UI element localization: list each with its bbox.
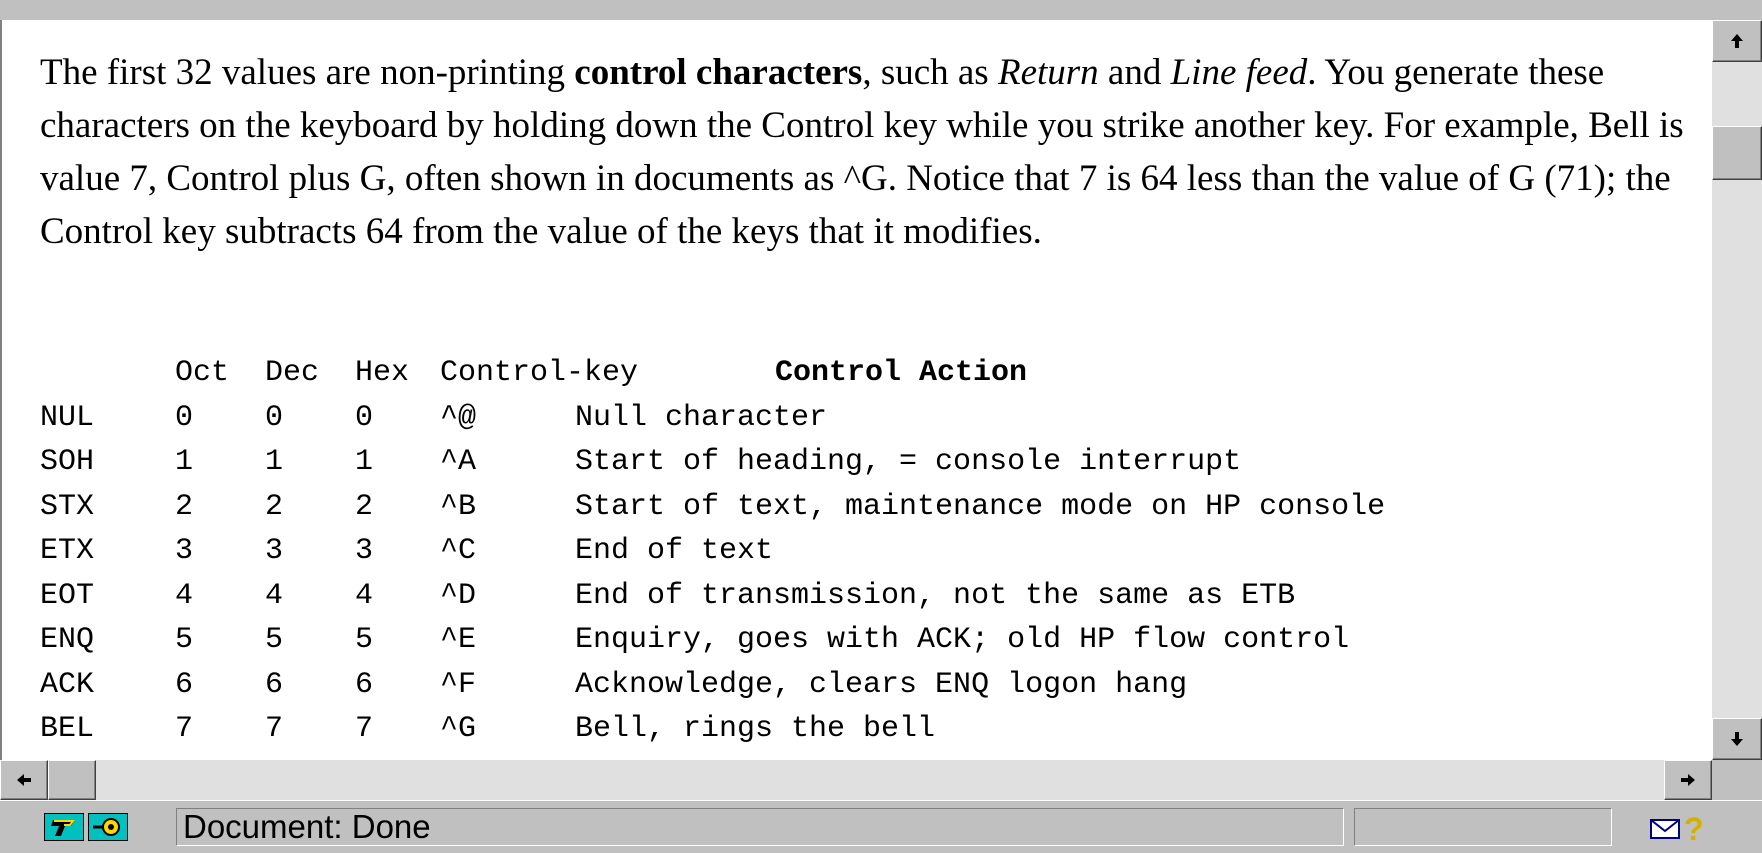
oct-value: 2 (175, 489, 194, 524)
char-name: ETX (40, 534, 95, 568)
dec-value: 6 (265, 667, 284, 702)
dec-value: 5 (265, 623, 284, 657)
document-content-area: The first 32 values are non-printing con… (0, 20, 1712, 760)
char-name: ACK (40, 667, 95, 702)
paragraph-italic-term: Line feed (1170, 52, 1308, 93)
control-action: End of text (575, 534, 774, 568)
paragraph-text: The first 32 values are non-printing (40, 52, 575, 93)
hex-value: 7 (355, 712, 374, 746)
paragraph-text: , such as (862, 52, 998, 93)
table-row: BEL 7 7 7 ^G Bell, rings the bell (40, 712, 935, 757)
oct-value: 1 (175, 445, 194, 479)
oct-value: 4 (175, 578, 194, 613)
header-control-key: Control-key (440, 356, 639, 390)
control-key: ^A (440, 445, 477, 479)
dec-value: 2 (265, 489, 284, 524)
horizontal-scroll-thumb[interactable] (48, 760, 96, 800)
header-oct: Oct (175, 356, 230, 390)
hex-value: 1 (355, 445, 374, 479)
intro-paragraph: The first 32 values are non-printing con… (40, 46, 1700, 258)
hex-value: 6 (355, 667, 374, 702)
dec-value: 0 (265, 400, 284, 435)
control-action: Bell, rings the bell (575, 712, 936, 746)
char-name: ENQ (40, 623, 95, 657)
oct-value: 0 (175, 400, 194, 435)
hex-value: 2 (355, 489, 374, 524)
char-name: EOT (40, 578, 95, 613)
header-hex: Hex (355, 356, 410, 390)
vertical-scrollbar[interactable] (1712, 20, 1762, 760)
oct-value: 7 (175, 712, 194, 746)
paragraph-bold-term: control characters (574, 52, 863, 93)
scroll-left-button[interactable] (0, 760, 48, 800)
status-tray: ? (1650, 811, 1710, 847)
control-action: Start of heading, = console interrupt (575, 445, 1242, 479)
control-action: End of transmission, not the same as ETB (575, 578, 1296, 613)
help-icon[interactable]: ? (1684, 813, 1704, 845)
oct-value: 5 (175, 623, 194, 657)
control-key: ^@ (440, 400, 477, 435)
control-key: ^C (440, 534, 477, 568)
control-action: Start of text, maintenance mode on HP co… (575, 489, 1386, 524)
table-header-row: Oct Dec Hex Control-key Control Action (40, 356, 1027, 401)
scroll-down-button[interactable] (1712, 718, 1762, 760)
horizontal-scrollbar[interactable] (0, 760, 1712, 800)
control-action: Acknowledge, clears ENQ logon hang (575, 667, 1188, 702)
down-arrow-icon (1731, 732, 1743, 746)
table-row: NUL 0 0 0 ^@ Null character (40, 400, 827, 446)
table-row: EOT 4 4 4 ^D End of transmission, not the sam… (40, 578, 1295, 624)
status-bar: Document: Done ? (0, 800, 1762, 853)
paragraph-italic-term: Return (997, 52, 1099, 93)
dec-value: 4 (265, 578, 284, 613)
header-dec: Dec (265, 356, 320, 390)
scroll-right-button[interactable] (1664, 760, 1712, 800)
status-text: Document: Done (176, 808, 1344, 846)
table-row: ETX 3 3 3 ^C End of text (40, 534, 773, 579)
header-control-action: Control Action (775, 356, 1028, 390)
right-arrow-icon (1681, 774, 1695, 786)
control-action: Null character (575, 400, 828, 435)
char-name: SOH (40, 445, 95, 479)
control-action: Enquiry, goes with ACK; old HP flow cont… (575, 623, 1350, 657)
left-arrow-icon (17, 774, 31, 786)
status-progress-panel (1354, 808, 1612, 846)
dec-value: 1 (265, 445, 284, 479)
connection-icon[interactable] (88, 813, 128, 841)
oct-value: 6 (175, 667, 194, 702)
control-key: ^B (440, 489, 477, 524)
char-name: STX (40, 489, 95, 524)
up-arrow-icon (1731, 34, 1743, 48)
scroll-up-button[interactable] (1712, 20, 1762, 62)
security-key-icon[interactable] (44, 813, 84, 841)
control-key: ^D (440, 578, 477, 613)
hex-value: 0 (355, 400, 374, 435)
table-row: ACK 6 6 6 ^F Acknowledge, clears ENQ logon ha… (40, 667, 1187, 713)
control-key: ^E (440, 623, 477, 657)
table-row: SOH 1 1 1 ^A Start of heading, = console inte… (40, 445, 1241, 490)
hex-value: 5 (355, 623, 374, 657)
window-top-edge (0, 0, 1762, 21)
control-key: ^G (440, 712, 477, 746)
scrollbar-corner (1712, 760, 1762, 800)
paragraph-text: and (1098, 52, 1171, 93)
control-key: ^F (440, 667, 477, 702)
table-row: STX 2 2 2 ^B Start of text, maintenance mode … (40, 489, 1385, 535)
char-name: BEL (40, 712, 95, 746)
dec-value: 7 (265, 712, 284, 746)
status-icons (44, 813, 144, 843)
dec-value: 3 (265, 534, 284, 568)
table-row: ENQ 5 5 5 ^E Enquiry, goes with ACK; old HP f… (40, 623, 1349, 668)
char-name: NUL (40, 400, 95, 435)
mail-icon[interactable] (1650, 818, 1680, 840)
oct-value: 3 (175, 534, 194, 568)
hex-value: 3 (355, 534, 374, 568)
vertical-scroll-thumb[interactable] (1712, 126, 1762, 180)
hex-value: 4 (355, 578, 374, 613)
control-character-table: Oct Dec Hex Control-key Control Action N… (40, 356, 1385, 757)
